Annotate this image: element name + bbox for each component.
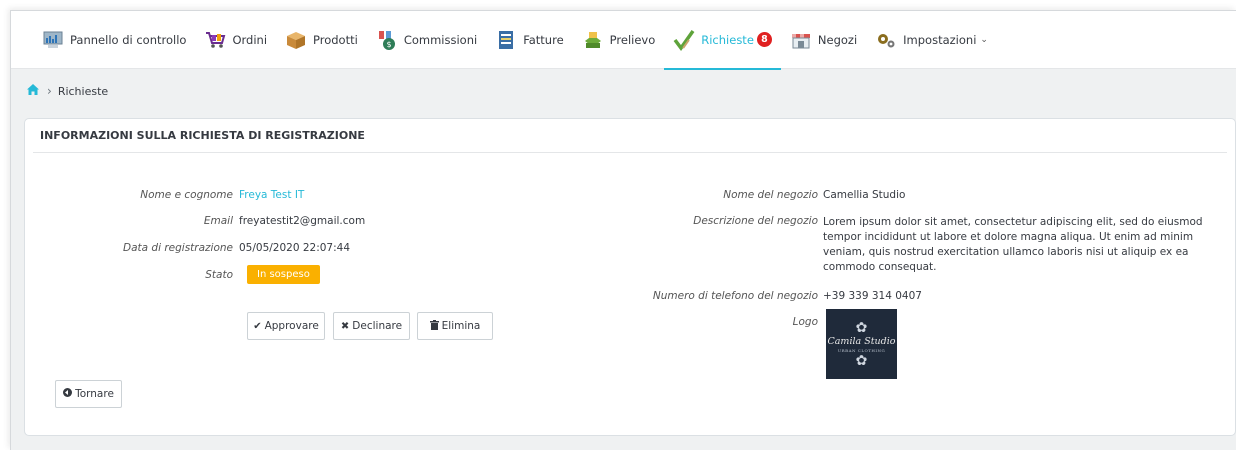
breadcrumb: › Richieste	[27, 84, 108, 98]
home-icon[interactable]	[27, 84, 39, 98]
date-row: Data di registrazione 05/05/2020 22:07:4…	[25, 242, 350, 254]
nav-item-invoices[interactable]: Fatture	[486, 11, 572, 69]
email-label: Email	[203, 215, 233, 227]
gears-icon	[875, 29, 897, 51]
breadcrumb-current: Richieste	[57, 84, 109, 98]
invoice-icon	[495, 29, 517, 51]
nav-label: Prelievo	[609, 32, 656, 47]
nav-item-dashboard[interactable]: Pannello di controllo	[33, 11, 195, 69]
date-label: Data di registrazione	[123, 242, 233, 254]
shop-phone-value: +39 339 314 0407	[823, 290, 922, 302]
name-row: Nome e cognome Freya Test IT	[25, 189, 304, 201]
shop-desc-label: Descrizione del negozio	[693, 215, 818, 227]
nav-item-orders[interactable]: Ordini	[195, 11, 276, 69]
svg-text:$: $	[386, 40, 391, 49]
shop-icon	[790, 29, 812, 51]
back-arrow-icon	[63, 388, 73, 400]
nav-label: Fatture	[523, 32, 564, 47]
status-row: Stato In sospeso	[25, 265, 320, 284]
logo-text: Camila Studio	[827, 335, 896, 347]
trash-icon	[429, 319, 439, 333]
nav-label: Prodotti	[313, 32, 358, 47]
decline-button[interactable]: ✖ Declinare	[333, 312, 410, 340]
status-label: Stato	[205, 268, 233, 281]
shop-desc-value: Lorem ipsum dolor sit amet, consectetur …	[823, 216, 1203, 273]
email-row: Email freyatestit2@gmail.com	[25, 215, 365, 227]
shop-logo-image: ✿ Camila Studio URBAN CLOTHING ✿	[826, 309, 897, 379]
name-label: Nome e cognome	[140, 189, 233, 201]
shop-logo-label: Logo	[792, 316, 818, 328]
shop-logo-row: Logo	[525, 316, 818, 328]
cart-icon	[204, 29, 226, 51]
nav-item-shops[interactable]: Negozi	[781, 11, 866, 69]
approve-label: Approvare	[264, 320, 319, 332]
email-value: freyatestit2@gmail.com	[239, 215, 366, 227]
nav-label: Commissioni	[403, 32, 478, 47]
box-icon	[285, 29, 307, 51]
shop-name-label: Nome del negozio	[723, 189, 818, 201]
nav-item-commissions[interactable]: $ Commissioni	[367, 11, 486, 69]
withdraw-icon	[582, 29, 604, 51]
decline-label: Declinare	[352, 320, 403, 332]
panel-title: INFORMAZIONI SULLA RICHIESTA DI REGISTRA…	[33, 119, 1227, 153]
shop-phone-label: Numero di telefono del negozio	[652, 290, 818, 302]
nav-label: Pannello di controllo	[70, 32, 187, 47]
delete-button[interactable]: Elimina	[417, 312, 493, 340]
nav-item-products[interactable]: Prodotti	[276, 11, 367, 69]
shop-desc-row: Descrizione del negozio Lorem ipsum dolo…	[525, 215, 1203, 275]
chevron-right-icon: ›	[47, 84, 52, 98]
leaf-icon: ✿	[855, 319, 868, 336]
name-value[interactable]: Freya Test IT	[239, 189, 304, 201]
dashboard-icon	[42, 29, 64, 51]
nav-item-withdraw[interactable]: Prelievo	[573, 11, 665, 69]
back-button[interactable]: Tornare	[55, 380, 122, 408]
delete-label: Elimina	[441, 320, 481, 332]
shop-name-row: Nome del negozio Camellia Studio	[525, 189, 905, 201]
app-frame: Pannello di controllo Ordini Prodotti $ …	[10, 10, 1236, 450]
money-bag-icon: $	[376, 29, 398, 51]
nav-label: Impostazioni	[903, 32, 977, 47]
status-badge: In sospeso	[247, 265, 320, 284]
approve-button[interactable]: ✔ Approvare	[247, 312, 325, 340]
leaf-icon: ✿	[855, 352, 868, 369]
date-value: 05/05/2020 22:07:44	[239, 242, 351, 254]
nav-item-settings[interactable]: Impostazioni ⌄	[866, 11, 997, 69]
shop-phone-row: Numero di telefono del negozio +39 339 3…	[525, 290, 922, 302]
chevron-down-icon: ⌄	[980, 34, 988, 45]
check-request-icon	[673, 29, 695, 51]
nav-label: Negozi	[817, 32, 858, 47]
top-navigation: Pannello di controllo Ordini Prodotti $ …	[11, 11, 1236, 70]
nav-item-requests[interactable]: Richieste 8	[664, 11, 781, 70]
shop-name-value: Camellia Studio	[823, 189, 906, 201]
requests-count-badge: 8	[756, 32, 772, 47]
back-label: Tornare	[75, 388, 114, 400]
close-icon: ✖	[340, 320, 350, 332]
request-info-panel: INFORMAZIONI SULLA RICHIESTA DI REGISTRA…	[24, 118, 1236, 436]
check-icon: ✔	[253, 320, 262, 332]
nav-label: Ordini	[232, 32, 268, 47]
nav-label: Richieste	[701, 32, 754, 47]
